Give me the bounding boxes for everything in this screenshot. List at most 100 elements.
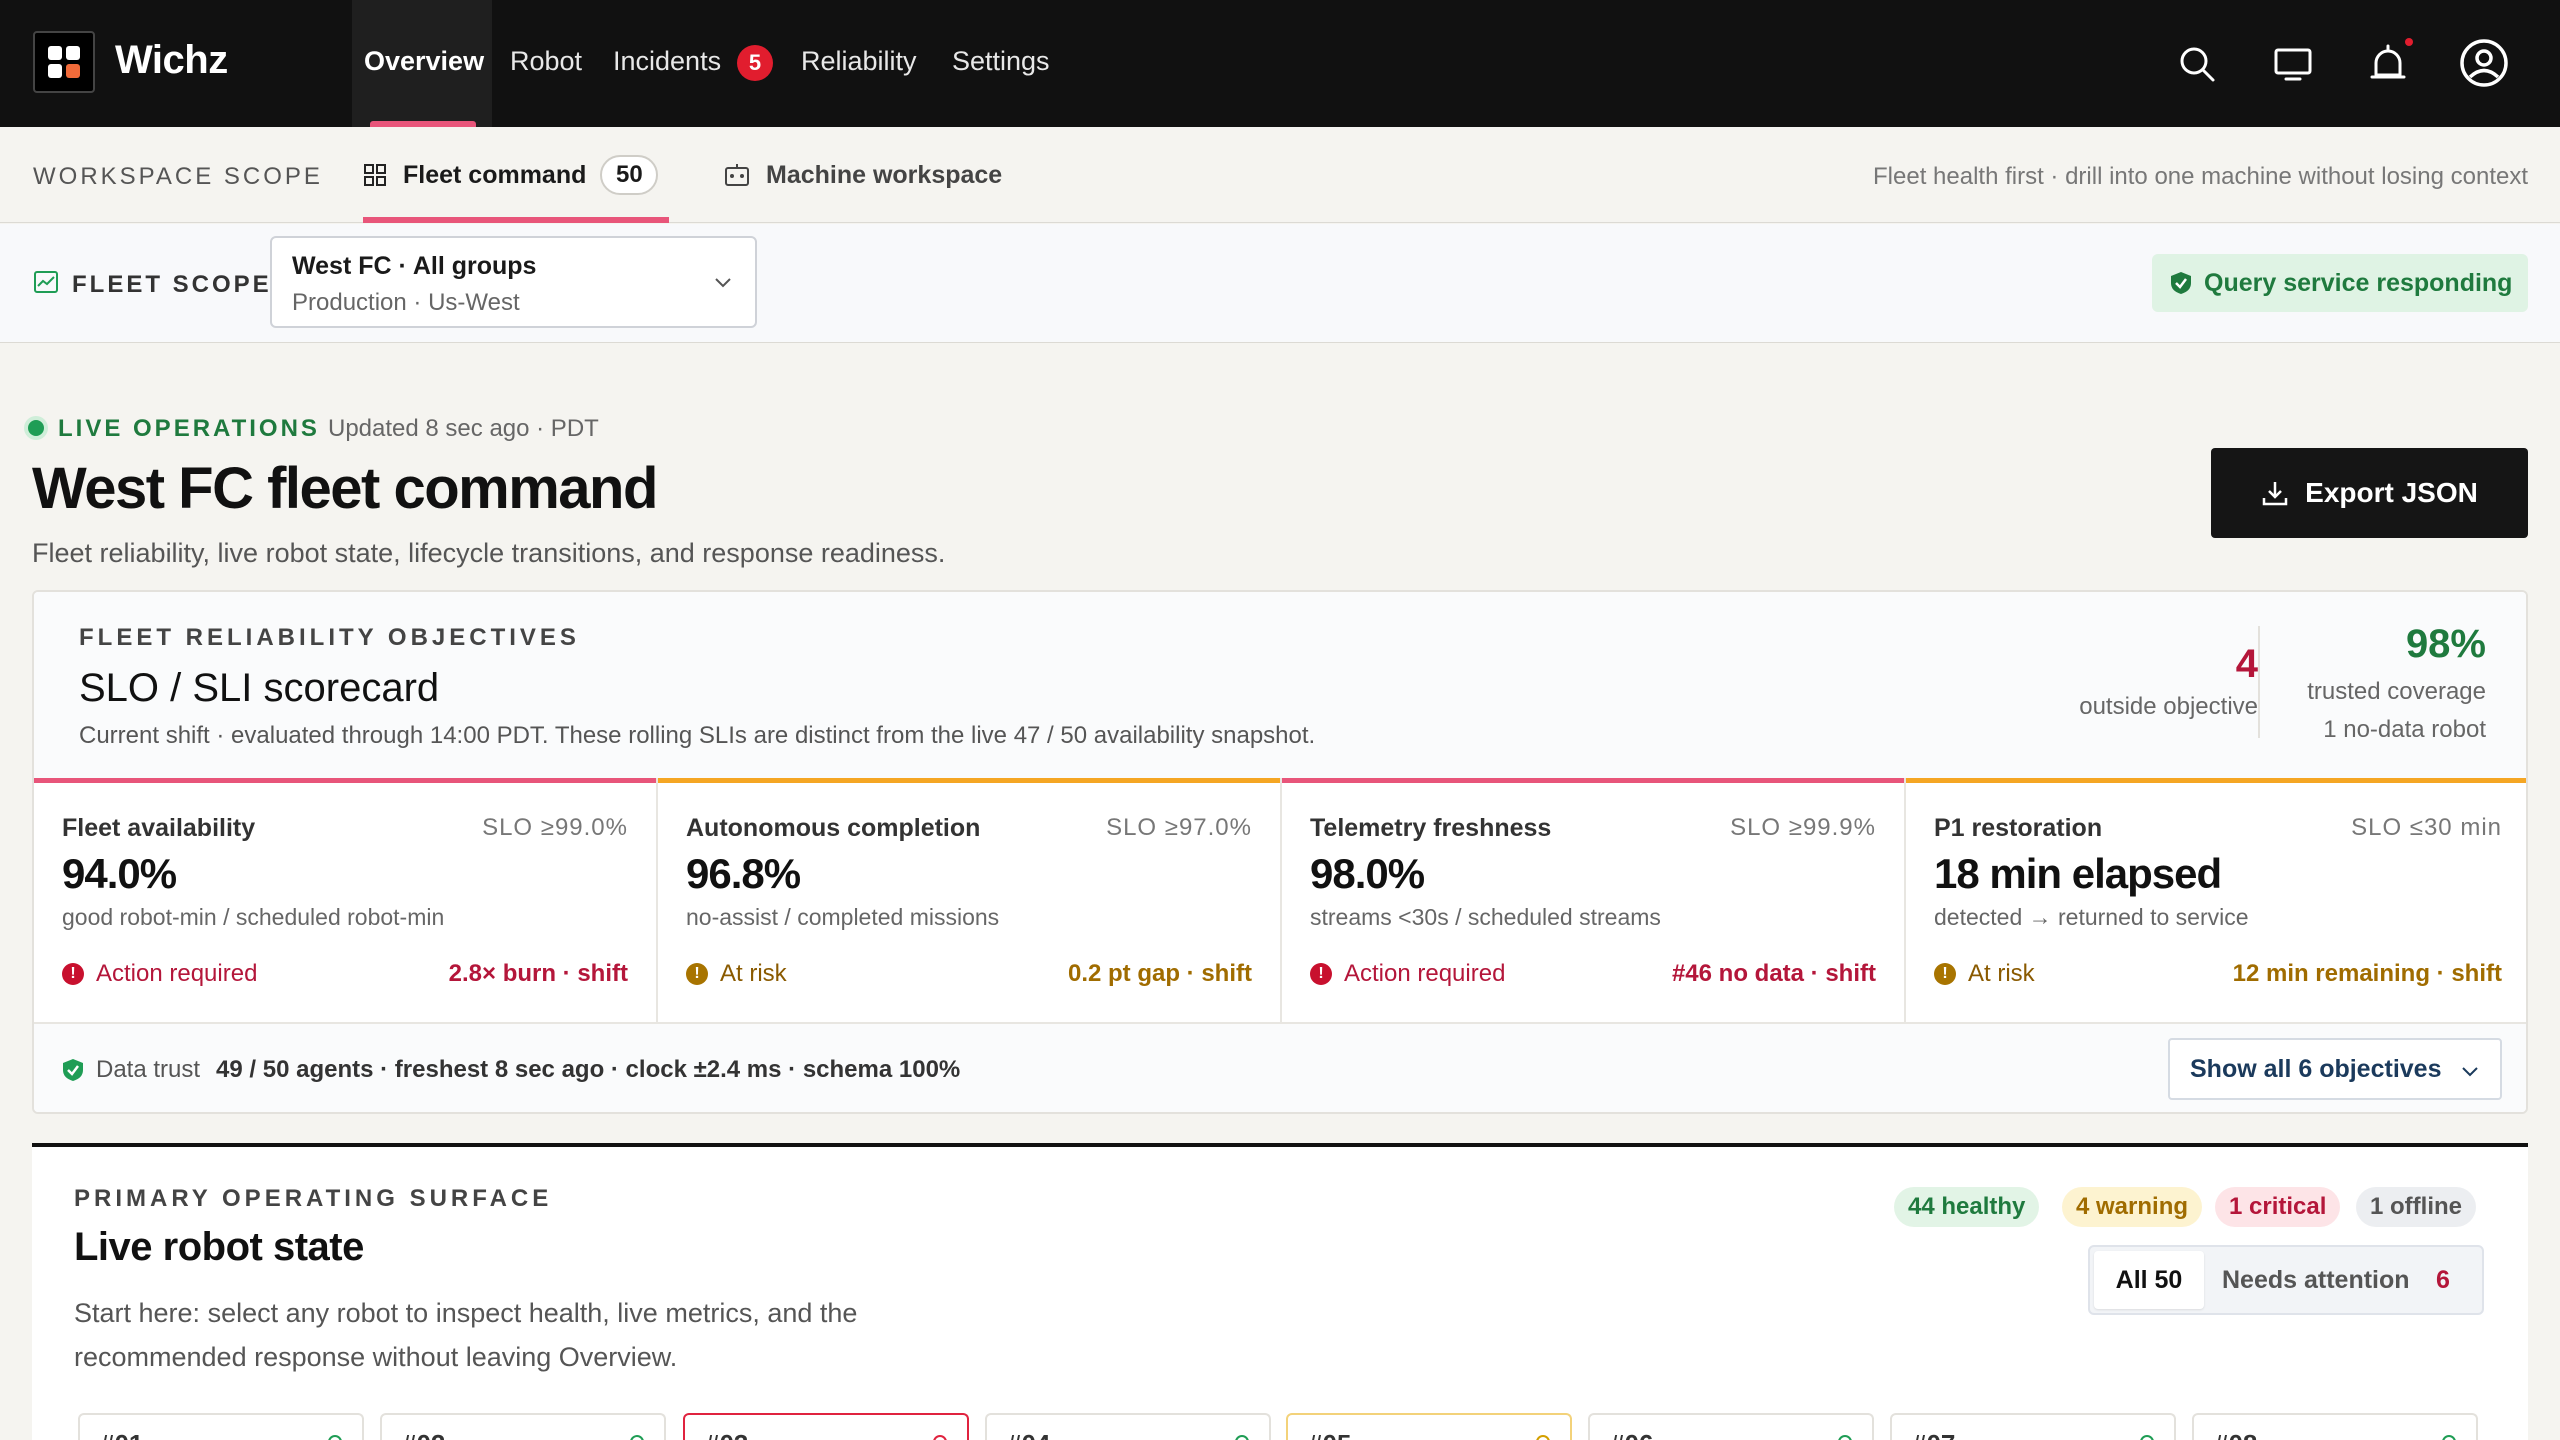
objective-name: Fleet availability [62, 814, 256, 842]
tab-fleet-command-label: Fleet command [403, 160, 587, 189]
robot-panel-caps: PRIMARY OPERATING SURFACE [74, 1185, 553, 1212]
robot-filter-segmented: All 50 Needs attention 6 [2088, 1245, 2484, 1315]
robot-id: #02 [402, 1429, 445, 1440]
filter-needs-attention-button[interactable]: Needs attention [2222, 1251, 2410, 1309]
status-chip-healthy[interactable]: 44 healthy [1894, 1187, 2040, 1227]
download-icon [2262, 482, 2288, 506]
tab-machine-workspace-label: Machine workspace [766, 160, 1003, 189]
robot-card[interactable]: #05 [1286, 1413, 1572, 1440]
objective-fleet-availability[interactable]: Fleet availability SLO ≥99.0% 94.0% good… [34, 778, 658, 1022]
objective-value: 18 min elapsed [1934, 850, 2222, 897]
query-status-pill: Query service responding [2152, 254, 2528, 312]
status-dot [933, 1435, 947, 1440]
fleet-scope-secondary: Production · Us-West [292, 289, 520, 316]
objective-autonomous-completion[interactable]: Autonomous completion SLO ≥97.0% 96.8% n… [658, 778, 1282, 1022]
nav-settings[interactable]: Settings [952, 46, 1050, 77]
robot-id: #08 [2214, 1429, 2257, 1440]
show-all-objectives-label: Show all 6 objectives [2190, 1054, 2442, 1083]
query-status-text: Query service responding [2204, 268, 2513, 297]
objective-severity-bar [34, 778, 656, 783]
fleet-count-badge: 50 [600, 155, 659, 195]
status-dot [1838, 1435, 1852, 1440]
warning-icon: ! [1934, 963, 1956, 985]
needs-attention-count: 6 [2436, 1266, 2450, 1294]
notification-dot [2405, 38, 2413, 46]
filter-all-button[interactable]: All 50 [2094, 1251, 2204, 1309]
status-chip-warning[interactable]: 4 warning [2062, 1187, 2203, 1227]
monitor-icon[interactable] [2272, 43, 2314, 85]
live-robot-state-panel: PRIMARY OPERATING SURFACE Live robot sta… [32, 1143, 2528, 1440]
objective-definition: detected → returned to service [1934, 904, 2249, 930]
export-json-button[interactable]: Export JSON [2211, 448, 2528, 538]
machine-icon [725, 164, 749, 186]
chevron-down-icon [715, 278, 731, 288]
tab-machine-workspace[interactable]: Machine workspace [724, 127, 1002, 223]
robot-card[interactable]: #08 [2192, 1413, 2478, 1440]
objective-value: 98.0% [1310, 850, 1425, 897]
objective-severity-bar [1906, 778, 2526, 783]
robot-id: #05 [1308, 1429, 1351, 1440]
objective-p1-restoration[interactable]: P1 restoration SLO ≤30 min 18 min elapse… [1906, 778, 2526, 1022]
nav-reliability[interactable]: Reliability [801, 46, 917, 77]
data-trust-detail: 49 / 50 agents · freshest 8 sec ago · cl… [216, 1056, 961, 1083]
objective-status: ! Action required [1310, 960, 1505, 988]
robot-id: #01 [100, 1429, 143, 1440]
trusted-coverage-value: 98% [2405, 622, 2486, 666]
workspace-scope-bar: WORKSPACE SCOPE Fleet command 50 Machine… [0, 127, 2560, 223]
outside-objective-label: outside objective [2079, 693, 2258, 720]
robot-card[interactable]: #07 [1890, 1413, 2176, 1440]
objective-detail: 2.8× burn · shift [448, 960, 628, 987]
outside-objective-count: 4 [2235, 642, 2258, 686]
objective-slo: SLO ≥97.0% [1106, 814, 1252, 841]
nav-incidents[interactable]: Incidents [613, 46, 721, 77]
stat-divider [2258, 626, 2260, 738]
logo-icon[interactable] [33, 31, 95, 93]
objective-slo: SLO ≥99.9% [1730, 814, 1876, 841]
show-all-objectives-button[interactable]: Show all 6 objectives [2168, 1038, 2502, 1100]
outside-objective-stat: 4 outside objective [2079, 642, 2258, 721]
shield-check-icon [63, 1059, 83, 1081]
shield-check-icon [2171, 272, 2191, 294]
account-icon[interactable] [2459, 38, 2509, 88]
fleet-scope-select[interactable]: West FC · All groups Production · Us-Wes… [270, 236, 757, 328]
status-chip-critical[interactable]: 1 critical [2215, 1187, 2341, 1227]
alert-icon: ! [1310, 963, 1332, 985]
objective-severity-bar [1282, 778, 1904, 783]
incidents-count-badge: 5 [737, 45, 773, 81]
robot-id: #04 [1007, 1429, 1050, 1440]
fleet-scope-primary: West FC · All groups [292, 252, 537, 280]
objective-detail: 0.2 pt gap · shift [1067, 960, 1252, 987]
trusted-coverage-label: trusted coverage [2307, 678, 2486, 705]
robot-card[interactable]: #06 [1588, 1413, 1874, 1440]
live-operations-label: LIVE OPERATIONS [58, 415, 320, 442]
robot-card[interactable]: #03 [683, 1413, 969, 1440]
robot-card[interactable]: #01 [78, 1413, 364, 1440]
objective-telemetry-freshness[interactable]: Telemetry freshness SLO ≥99.9% 98.0% str… [1282, 778, 1906, 1022]
robot-panel-title: Live robot state [74, 1225, 364, 1269]
grid-icon [364, 164, 386, 186]
objective-slo: SLO ≥99.0% [482, 814, 628, 841]
top-bar: Wichz Overview Robot Incidents 5 Reliabi… [0, 0, 2560, 127]
status-dot [630, 1435, 644, 1440]
status-chip-offline[interactable]: 1 offline [2356, 1187, 2477, 1227]
objective-definition: good robot-min / scheduled robot-min [62, 904, 445, 930]
status-dot [1536, 1435, 1550, 1440]
tab-fleet-command[interactable]: Fleet command 50 [363, 127, 669, 223]
scorecard-description: Current shift · evaluated through 14:00 … [79, 722, 1316, 749]
alarm-bell-icon[interactable] [2367, 43, 2409, 85]
nav-robot[interactable]: Robot [510, 46, 582, 77]
robot-card[interactable]: #02 [380, 1413, 666, 1440]
objective-status: ! Action required [62, 960, 257, 988]
slo-scorecard: FLEET RELIABILITY OBJECTIVES SLO / SLI s… [32, 590, 2528, 1114]
robot-card[interactable]: #04 [985, 1413, 1271, 1440]
objective-status: ! At risk [686, 960, 787, 988]
export-json-label: Export JSON [2305, 477, 2478, 508]
objective-status-text: At risk [720, 960, 787, 987]
data-trust-label: Data trust [96, 1056, 201, 1083]
data-trust-footer: Data trust 49 / 50 agents · freshest 8 s… [34, 1022, 2526, 1112]
status-dot [2442, 1435, 2456, 1440]
search-icon[interactable] [2176, 43, 2218, 85]
nav-overview[interactable]: Overview [364, 46, 484, 77]
objective-status-text: At risk [1968, 960, 2035, 987]
workspace-scope-label: WORKSPACE SCOPE [33, 163, 323, 190]
